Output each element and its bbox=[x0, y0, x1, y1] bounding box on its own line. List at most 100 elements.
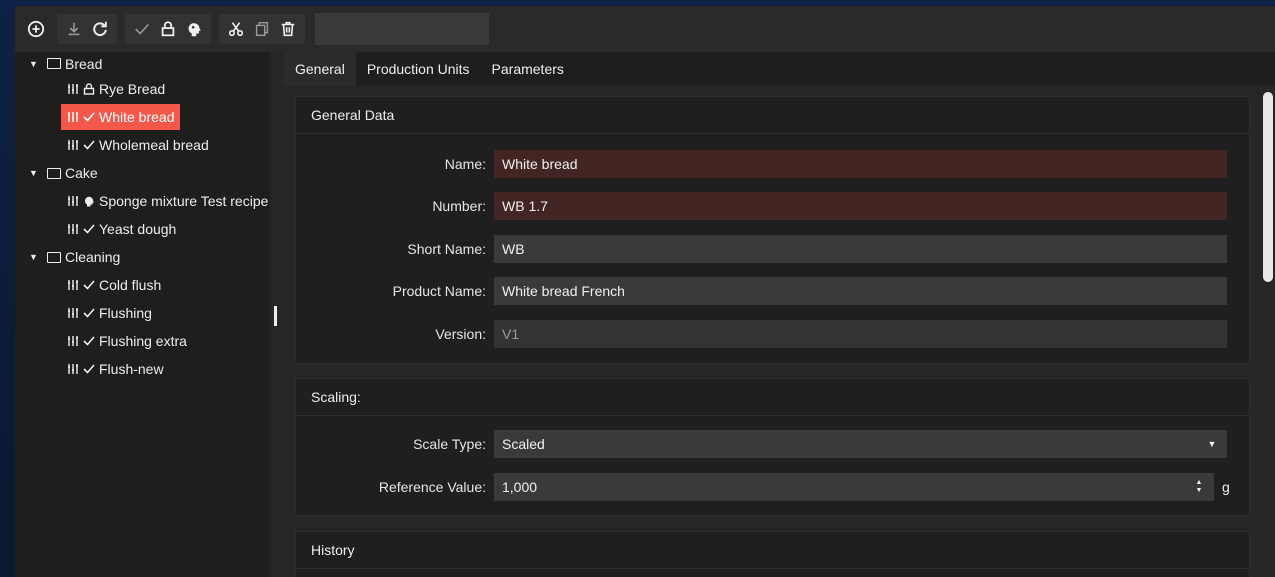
toolbar bbox=[15, 6, 1275, 52]
tab-bar: General Production Units Parameters bbox=[284, 52, 1275, 86]
unit-label: g bbox=[1222, 479, 1230, 495]
delete-icon[interactable] bbox=[275, 14, 301, 44]
name-field[interactable]: White bread bbox=[494, 150, 1227, 178]
brain-icon bbox=[83, 195, 95, 207]
recipe-icon bbox=[67, 307, 79, 319]
tree-item-flushing[interactable]: Flushing bbox=[15, 299, 270, 327]
check-icon bbox=[83, 279, 95, 291]
splitter-handle[interactable] bbox=[274, 306, 277, 326]
field-label: Short Name: bbox=[407, 241, 486, 257]
field-label: Product Name: bbox=[392, 283, 486, 299]
select-value: Scaled bbox=[502, 436, 545, 452]
selected-highlight: White bread bbox=[61, 104, 181, 130]
version-field: V1 bbox=[494, 320, 1227, 348]
tree-item-white-bread[interactable]: White bread bbox=[15, 103, 270, 131]
tab-content: General Data Name: White bread Number: W… bbox=[284, 86, 1275, 577]
caret-down-icon[interactable]: ▼ bbox=[29, 59, 41, 69]
field-label: Scale Type: bbox=[413, 436, 486, 452]
refresh-icon[interactable] bbox=[87, 14, 113, 44]
recipe-icon bbox=[67, 195, 79, 207]
panel-title: Scaling: bbox=[296, 379, 1249, 416]
desktop-background bbox=[0, 0, 15, 577]
folder-icon bbox=[47, 251, 61, 263]
recipe-icon bbox=[67, 139, 79, 151]
tab-production-units[interactable]: Production Units bbox=[356, 52, 481, 86]
check-icon bbox=[83, 223, 95, 235]
tree-folder-cake[interactable]: ▼ Cake bbox=[15, 159, 270, 187]
product-name-field[interactable]: White bread French bbox=[494, 277, 1227, 305]
input-value: 1,000 bbox=[502, 479, 538, 495]
tree-item-wholemeal-bread[interactable]: Wholemeal bread bbox=[15, 131, 270, 159]
check-icon bbox=[83, 363, 95, 375]
tree-item-label: Rye Bread bbox=[99, 81, 166, 97]
general-data-panel: General Data Name: White bread Number: W… bbox=[295, 96, 1250, 364]
tree-item-label: Cold flush bbox=[99, 277, 162, 293]
add-icon[interactable] bbox=[23, 14, 49, 44]
scaling-panel: Scaling: Scale Type: Scaled ▼ Reference … bbox=[295, 378, 1250, 516]
stepper-icon[interactable]: ▲ ▼ bbox=[1184, 473, 1214, 501]
brain-icon[interactable] bbox=[181, 14, 207, 44]
folder-icon bbox=[47, 167, 61, 179]
tree-item-cold-flush[interactable]: Cold flush bbox=[15, 271, 270, 299]
field-label: Number: bbox=[432, 198, 486, 214]
copy-icon[interactable] bbox=[249, 14, 275, 44]
scale-type-select[interactable]: Scaled ▼ bbox=[494, 430, 1227, 458]
tree-folder-cleaning[interactable]: ▼ Cleaning bbox=[15, 243, 270, 271]
history-panel: History bbox=[295, 531, 1250, 577]
field-label: Version: bbox=[435, 326, 486, 342]
tree-item-sponge-mixture[interactable]: Sponge mixture Test recipe bbox=[15, 187, 270, 215]
field-label: Reference Value: bbox=[378, 479, 486, 495]
toolbar-group-file bbox=[57, 14, 117, 44]
scrollbar[interactable] bbox=[1263, 92, 1273, 282]
lock-icon bbox=[83, 83, 95, 95]
toolbar-group-edit bbox=[219, 14, 305, 44]
tree-item-label: Wholemeal bread bbox=[99, 137, 209, 153]
recipe-icon bbox=[67, 363, 79, 375]
recipe-icon bbox=[67, 83, 79, 95]
recipe-icon bbox=[67, 279, 79, 291]
lock-icon[interactable] bbox=[155, 14, 181, 44]
chevron-down-icon[interactable]: ▼ bbox=[1197, 430, 1227, 458]
tab-parameters[interactable]: Parameters bbox=[481, 52, 575, 86]
main-area: General Production Units Parameters Gene… bbox=[284, 52, 1275, 577]
tree-item-label: Flush-new bbox=[99, 361, 164, 377]
tree-item-rye-bread[interactable]: Rye Bread bbox=[15, 75, 270, 103]
field-row-short-name: Short Name: WB bbox=[296, 235, 1251, 263]
tree-item-label: Flushing extra bbox=[99, 333, 187, 349]
check-icon bbox=[83, 139, 95, 151]
tab-general[interactable]: General bbox=[284, 52, 356, 86]
recipe-icon bbox=[67, 335, 79, 347]
field-row-number: Number: WB 1.7 bbox=[296, 192, 1251, 220]
folder-icon bbox=[47, 58, 61, 69]
field-row-name: Name: White bread bbox=[296, 150, 1251, 178]
tree-item-yeast-dough[interactable]: Yeast dough bbox=[15, 215, 270, 243]
toolbar-group-add bbox=[23, 14, 49, 44]
download-icon[interactable] bbox=[61, 14, 87, 44]
check-icon bbox=[83, 307, 95, 319]
tree-folder-label: Cake bbox=[65, 165, 98, 181]
caret-down-icon[interactable]: ▼ bbox=[29, 252, 41, 262]
tree-item-label: Yeast dough bbox=[99, 221, 177, 237]
reference-value-input[interactable]: 1,000 ▲ ▼ bbox=[494, 473, 1214, 501]
recipe-icon bbox=[67, 223, 79, 235]
tree-item-flush-new[interactable]: Flush-new bbox=[15, 355, 270, 383]
check-icon[interactable] bbox=[129, 14, 155, 44]
panel-title: History bbox=[296, 532, 1249, 569]
tree-item-label: White bread bbox=[99, 109, 175, 125]
caret-down-icon[interactable]: ▼ bbox=[29, 168, 41, 178]
search-input[interactable] bbox=[315, 13, 489, 45]
toolbar-group-status bbox=[125, 14, 211, 44]
field-row-reference-value: Reference Value: 1,000 ▲ ▼ g bbox=[296, 473, 1251, 501]
field-row-version: Version: V1 bbox=[296, 320, 1251, 348]
short-name-field[interactable]: WB bbox=[494, 235, 1227, 263]
tree-item-flushing-extra[interactable]: Flushing extra bbox=[15, 327, 270, 355]
cut-icon[interactable] bbox=[223, 14, 249, 44]
tree-folder-bread[interactable]: ▼ Bread bbox=[15, 52, 270, 75]
recipe-icon bbox=[67, 111, 79, 123]
recipe-editor-window: ▼ Bread Rye Bread White bread Wholemeal … bbox=[15, 6, 1275, 577]
tree-item-label: Flushing bbox=[99, 305, 152, 321]
tree-folder-label: Cleaning bbox=[65, 249, 121, 265]
panel-divider bbox=[270, 52, 284, 577]
check-icon bbox=[83, 111, 95, 123]
number-field[interactable]: WB 1.7 bbox=[494, 192, 1227, 220]
